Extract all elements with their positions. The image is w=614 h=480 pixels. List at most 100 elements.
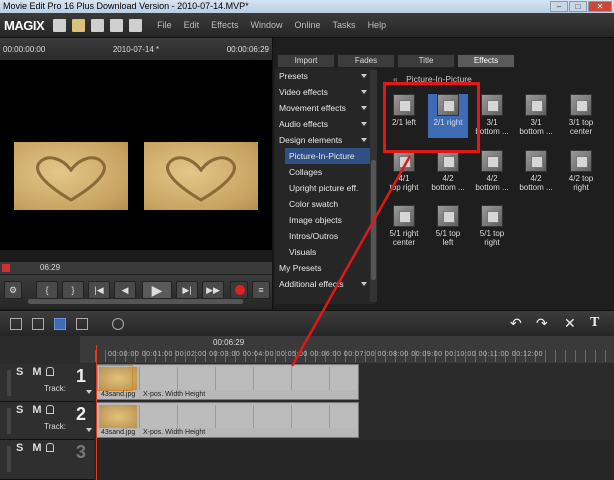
mark-out-button[interactable]: } <box>62 281 84 299</box>
redo-button[interactable]: ↷ <box>536 315 548 332</box>
play-button[interactable]: ▶ <box>142 281 172 299</box>
solo-mute-buttons[interactable]: S M <box>16 442 45 454</box>
playhead[interactable] <box>96 345 97 480</box>
effect-preset[interactable]: 5/1 top right <box>472 205 512 249</box>
preview-image-left <box>14 142 128 210</box>
video-clip[interactable]: 43sand.jpg X-pos. Width Height <box>96 364 359 400</box>
chevron-down-icon[interactable] <box>86 390 92 394</box>
chevron-down-icon <box>361 282 367 286</box>
prev-frame-button[interactable]: ◀ <box>114 281 136 299</box>
tab-title[interactable]: Title <box>397 54 455 68</box>
scrub-marker[interactable] <box>2 264 10 272</box>
category-item[interactable]: Video effects <box>275 84 375 100</box>
effect-preset[interactable]: 5/1 top left <box>428 205 468 249</box>
save-icon[interactable] <box>91 18 105 32</box>
timeline-ruler[interactable]: 00:06:29 00:00:00 00:01:00 00:02:00 00:0… <box>80 336 614 363</box>
category-label: Intros/Outros <box>289 231 339 241</box>
chevron-down-icon[interactable] <box>86 428 92 432</box>
settings-icon[interactable]: ⚙ <box>4 281 22 299</box>
cut-view-icon[interactable] <box>76 318 88 330</box>
menu-help[interactable]: Help <box>368 20 387 30</box>
category-item[interactable]: Additional effects <box>275 276 375 292</box>
category-item[interactable]: Upright picture eff. <box>275 180 375 196</box>
track-lane-2[interactable]: 43sand.jpg X-pos. Width Height <box>94 402 614 440</box>
effect-label: right <box>573 183 589 192</box>
menu-tasks[interactable]: Tasks <box>333 20 356 30</box>
effect-preset[interactable]: 3/1 top center <box>561 94 601 138</box>
open-folder-icon[interactable] <box>72 18 86 32</box>
lock-icon[interactable] <box>46 443 54 452</box>
category-item[interactable]: Color swatch <box>275 196 375 212</box>
solo-mute-buttons[interactable]: S M <box>16 366 45 378</box>
track-lane-1[interactable]: 43sand.jpg X-pos. Width Height <box>94 364 614 402</box>
category-item[interactable]: Design elements <box>275 132 375 148</box>
reel-icon[interactable] <box>112 318 124 330</box>
preview-screen[interactable] <box>0 60 272 250</box>
menu-file[interactable]: File <box>157 20 172 30</box>
category-item[interactable]: Presets <box>275 68 375 84</box>
menu-bar: MAGIX File Edit Effects Window Online Ta… <box>0 13 614 38</box>
fast-forward-button[interactable]: ▶▶ <box>202 281 224 299</box>
video-clip[interactable]: 43sand.jpg X-pos. Width Height <box>96 402 359 438</box>
effect-label: 4/2 top <box>568 174 594 183</box>
category-item[interactable]: Intros/Outros <box>275 228 375 244</box>
scrollbar-thumb[interactable] <box>371 160 376 280</box>
undo-button[interactable]: ↶ <box>510 315 522 332</box>
clip-params: X-pos. Width Height <box>143 391 206 398</box>
tab-import[interactable]: Import <box>277 54 335 68</box>
menu-window[interactable]: Window <box>251 20 283 30</box>
menu-lines-button[interactable]: ≡ <box>252 281 270 299</box>
maximize-button[interactable]: □ <box>569 1 587 12</box>
track-handle[interactable] <box>7 408 11 434</box>
category-item[interactable]: Movement effects <box>275 100 375 116</box>
lock-icon[interactable] <box>46 405 54 414</box>
close-button[interactable]: ✕ <box>588 1 612 12</box>
category-scrollbar[interactable] <box>370 70 377 302</box>
film-icon <box>393 205 415 227</box>
menu-effects[interactable]: Effects <box>211 20 238 30</box>
effect-preset[interactable]: 4/2 bottom ... <box>428 150 468 194</box>
redo-icon[interactable] <box>129 18 143 32</box>
category-item[interactable]: Visuals <box>275 244 375 260</box>
go-start-button[interactable]: |◀ <box>88 281 110 299</box>
track-handle[interactable] <box>7 446 11 472</box>
delete-button[interactable]: ✕ <box>564 315 576 332</box>
new-file-icon[interactable] <box>53 18 67 32</box>
solo-mute-buttons[interactable]: S M <box>16 404 45 416</box>
category-item[interactable]: Picture-In-Picture <box>285 148 375 164</box>
track-handle[interactable] <box>7 370 11 396</box>
category-item[interactable]: Image objects <box>275 212 375 228</box>
effect-preset[interactable]: 4/2 top right <box>561 150 601 194</box>
mark-in-button[interactable]: { <box>36 281 58 299</box>
tab-fades[interactable]: Fades <box>337 54 395 68</box>
effect-preset[interactable]: 4/1 top right <box>384 150 424 194</box>
effect-preset[interactable]: 3/1 bottom ... <box>516 94 556 138</box>
title-button[interactable]: T <box>590 315 599 331</box>
lock-icon[interactable] <box>46 367 54 376</box>
track-lane-3[interactable] <box>94 440 614 480</box>
film-icon <box>525 94 547 116</box>
category-list: Presets Video effects Movement effects Audi… <box>275 68 375 304</box>
scene-view-icon[interactable] <box>32 318 44 330</box>
storyboard-view-icon[interactable] <box>10 318 22 330</box>
effect-preset[interactable]: 4/2 bottom ... <box>472 150 512 194</box>
film-icon <box>481 94 503 116</box>
category-label: Video effects <box>279 87 328 97</box>
next-marker-button[interactable]: ▶| <box>176 281 198 299</box>
tab-effects[interactable]: Effects <box>457 54 515 68</box>
preview-scrubber[interactable]: 06:29 <box>0 262 272 274</box>
effect-preset[interactable]: 4/2 bottom ... <box>516 150 556 194</box>
category-item[interactable]: Collages <box>275 164 375 180</box>
menu-edit[interactable]: Edit <box>184 20 200 30</box>
preview-zoom-scrollbar[interactable] <box>28 299 243 304</box>
category-label: Collages <box>289 167 323 177</box>
category-item[interactable]: My Presets <box>275 260 375 276</box>
track-label: Track: <box>44 384 66 393</box>
minimize-button[interactable]: – <box>550 1 568 12</box>
timeline-view-icon[interactable] <box>54 318 66 330</box>
menu-online[interactable]: Online <box>295 20 321 30</box>
record-button[interactable] <box>230 281 248 299</box>
category-item[interactable]: Audio effects <box>275 116 375 132</box>
undo-icon[interactable] <box>110 18 124 32</box>
effect-preset[interactable]: 5/1 right center <box>384 205 424 249</box>
